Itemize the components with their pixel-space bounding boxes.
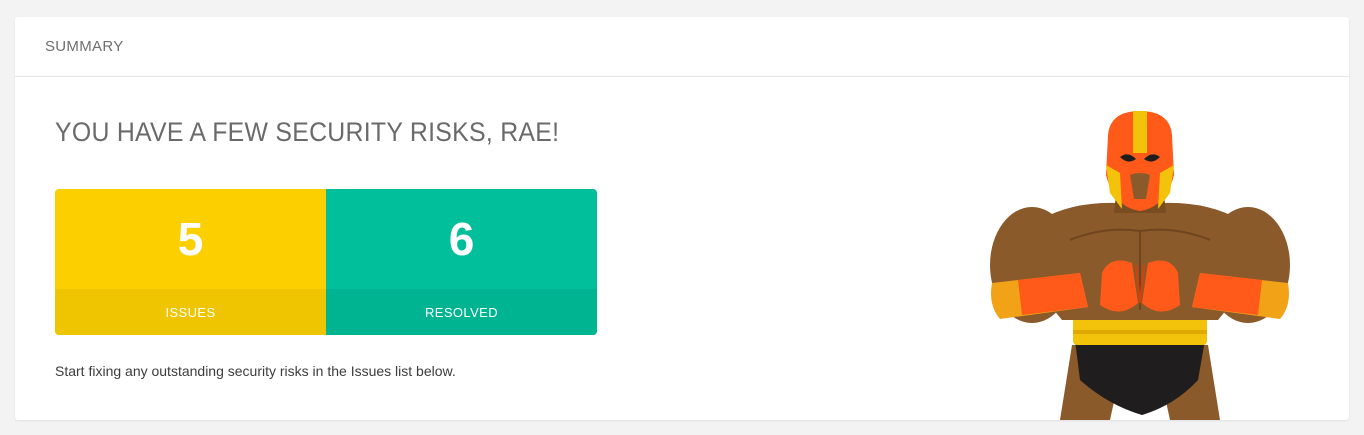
issues-count: 5 [177,213,204,265]
stats-panel: 5 ISSUES 6 RESOLVED [55,189,597,335]
resolved-stat-tile[interactable]: 6 RESOLVED [326,189,597,335]
summary-card: SUMMARY YOU HAVE A FEW SECURITY RISKS, R… [15,17,1349,420]
summary-description: Start fixing any outstanding security ri… [55,363,456,379]
card-header: SUMMARY [15,17,1349,77]
wrestler-mascot-illustration [990,111,1290,420]
page-headline: YOU HAVE A FEW SECURITY RISKS, RAE! [55,117,560,147]
card-title: SUMMARY [45,38,124,55]
issues-stat-tile[interactable]: 5 ISSUES [55,189,326,335]
issues-label: ISSUES [55,289,326,335]
resolved-label: RESOLVED [326,289,597,335]
resolved-count: 6 [448,213,475,265]
